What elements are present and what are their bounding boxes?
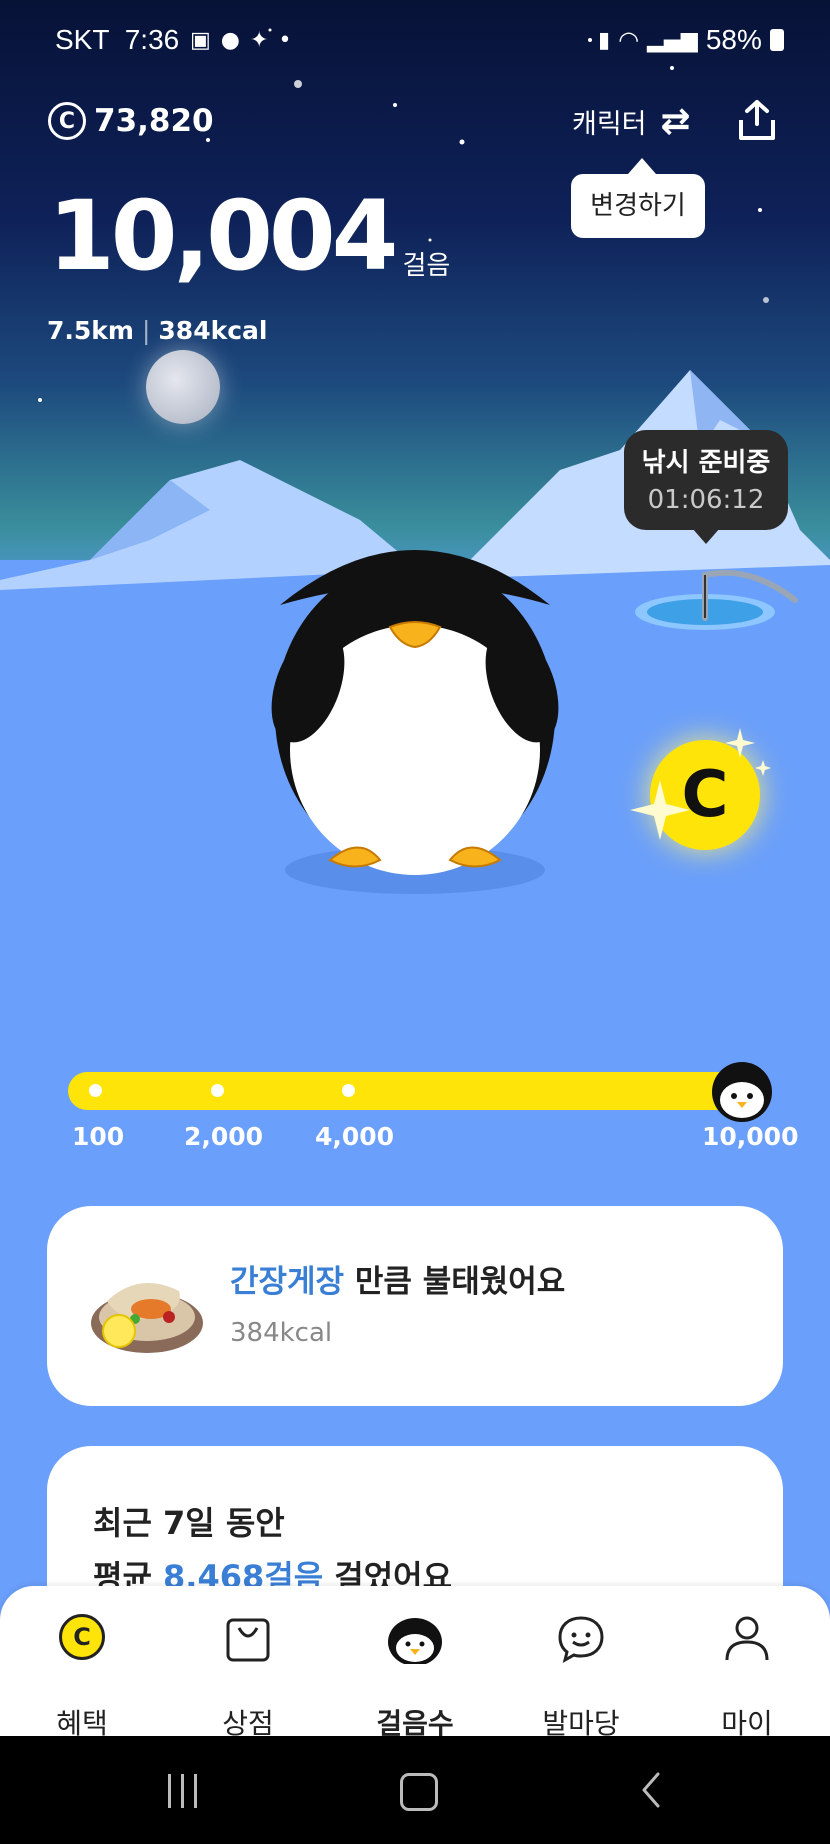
step-progress-bar: [68, 1072, 768, 1110]
tooltip-arrow: [628, 158, 656, 174]
system-navigation-bar: [0, 1736, 830, 1844]
calorie-food-card[interactable]: 간장게장 만큼 불태웠어요 384kcal: [47, 1206, 783, 1406]
step-counter: 10,004 걸음: [48, 188, 450, 284]
coin-icon: C: [59, 1614, 105, 1660]
tick-label: 2,000: [184, 1122, 264, 1151]
recent-apps-button[interactable]: [168, 1774, 197, 1808]
nav-tab-steps[interactable]: 걸음수: [350, 1614, 480, 1740]
progress-penguin-marker: [712, 1062, 772, 1122]
bubble-arrow: [692, 528, 720, 544]
signal-icon: ▂▄▆: [647, 27, 698, 53]
swap-arrows-icon: ⇄: [660, 100, 691, 142]
step-unit: 걸음: [402, 251, 451, 281]
weekly-line1: 최근 7일 동안: [93, 1504, 285, 1542]
nav-tab-community[interactable]: 발마당: [516, 1614, 646, 1740]
app-icon: ✦: [250, 28, 269, 53]
chat-smile-icon: [558, 1616, 604, 1663]
dot-icon: •: [278, 28, 292, 53]
battery-icon: [769, 29, 784, 51]
share-icon[interactable]: [736, 98, 778, 142]
distance: 7.5km: [47, 316, 134, 345]
step-count: 10,004: [48, 180, 398, 292]
kcal: 384kcal: [158, 316, 268, 345]
food-image: [91, 1283, 203, 1353]
status-carrier-time: SKT 7:36: [55, 24, 179, 56]
fishing-status-bubble[interactable]: 낚시 준비중 01:06:12: [624, 430, 788, 530]
coin-balance[interactable]: C 73,820: [48, 102, 214, 140]
fishing-status: 낚시 준비중: [641, 448, 771, 478]
burn-suffix: 만큼 불태웠어요: [344, 1264, 566, 1300]
character-label: 캐릭터: [572, 109, 647, 140]
battery-percent: 58%: [705, 24, 762, 55]
change-tooltip[interactable]: 변경하기: [571, 174, 705, 238]
nav-tab-shop[interactable]: 상점: [183, 1614, 313, 1740]
milestone-dot: [342, 1084, 355, 1097]
fishing-timer: 01:06:12: [647, 485, 765, 515]
burn-headline: 간장게장 만큼 불태웠어요: [230, 1256, 565, 1301]
carrier: SKT: [55, 24, 109, 55]
tick-label: 4,000: [315, 1122, 395, 1151]
system-status-icons: ▮ ◠ ▂▄▆ 58%: [598, 24, 784, 56]
separator: |: [141, 316, 151, 345]
talk-icon: ●: [220, 28, 240, 53]
clock: 7:36: [124, 24, 180, 55]
milestone-dot: [89, 1084, 102, 1097]
sparkle-icon: [630, 728, 771, 840]
ice-fishing-hole: [635, 569, 798, 630]
person-icon: [725, 1616, 769, 1661]
nav-tab-benefits[interactable]: C 혜택: [17, 1614, 147, 1740]
tick-label: 10,000: [702, 1122, 799, 1151]
bottom-navigation: C 혜택 상점 걸음수 발마당 마이: [0, 1586, 830, 1740]
notification-icons: ▣ ● ✦ •: [190, 28, 291, 53]
coin-icon: C: [48, 102, 86, 140]
distance-kcal: 7.5km | 384kcal: [47, 316, 267, 345]
shopping-bag-icon: [226, 1618, 270, 1662]
back-button[interactable]: [636, 1770, 666, 1810]
nav-tab-my[interactable]: 마이: [682, 1614, 812, 1740]
penguin-character[interactable]: [260, 505, 580, 905]
battery-saver-icon: ▮: [598, 27, 611, 53]
image-icon: ▣: [190, 28, 211, 53]
food-name: 간장게장: [230, 1264, 345, 1300]
wifi-icon: ◠: [618, 26, 640, 54]
penguin-icon: [388, 1618, 442, 1664]
tick-label: 100: [72, 1122, 125, 1151]
burn-kcal: 384kcal: [230, 1318, 333, 1348]
home-button[interactable]: [400, 1773, 438, 1811]
coin-count: 73,820: [94, 103, 214, 139]
character-switch-button[interactable]: 캐릭터 ⇄: [572, 102, 691, 141]
milestone-dot: [211, 1084, 224, 1097]
